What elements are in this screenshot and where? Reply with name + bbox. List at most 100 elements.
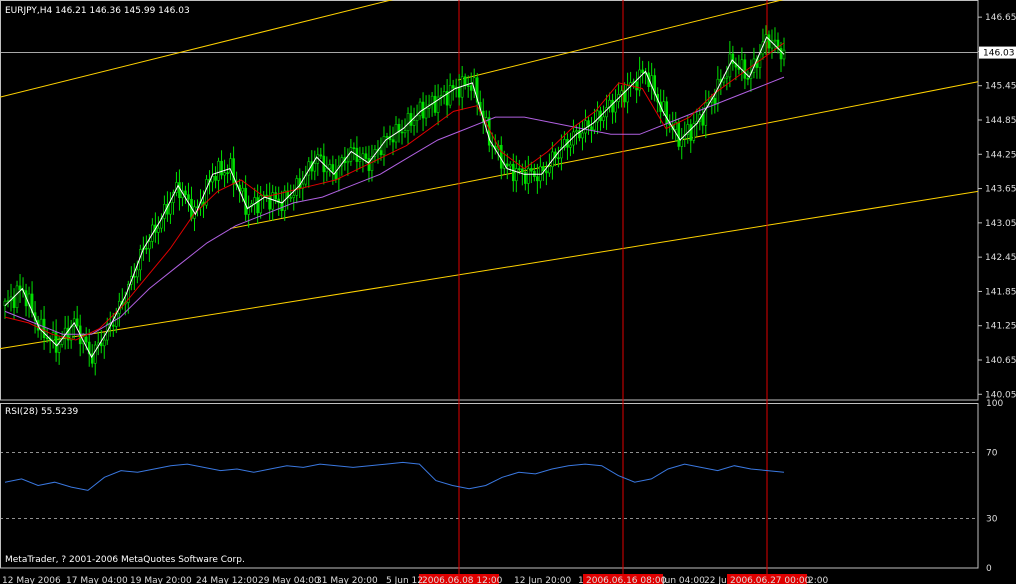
x-tick-label: 22 Ju xyxy=(704,576,727,584)
candle-body xyxy=(379,150,383,156)
candle-body xyxy=(611,99,614,113)
candle-body xyxy=(545,170,548,174)
candle-body xyxy=(740,59,744,70)
candle-body xyxy=(99,342,103,347)
x-tick-label: 31 May 20:00 xyxy=(316,576,378,584)
candle-body xyxy=(530,168,533,172)
x-tick-label: 2:00 xyxy=(808,576,828,584)
candle-body xyxy=(145,247,148,250)
candle-body xyxy=(75,318,79,327)
x-tick-label: 5 Jun 12 xyxy=(386,576,423,584)
candle-body xyxy=(57,344,61,353)
candle-body xyxy=(400,131,404,134)
candle-body xyxy=(292,195,296,198)
candle-body xyxy=(677,122,681,147)
candle-body xyxy=(635,81,638,91)
copyright-text: MetaTrader, ? 2001-2006 MetaQuotes Softw… xyxy=(5,555,245,565)
candle-body xyxy=(406,113,410,132)
candle-body xyxy=(313,162,317,172)
candle-body xyxy=(111,324,115,327)
candle-body xyxy=(665,101,668,124)
candle-body xyxy=(433,95,437,113)
x-tick-label: 19 May 20:00 xyxy=(130,576,192,584)
candle-body xyxy=(638,69,641,91)
rsi-y-tick-label: 70 xyxy=(986,449,998,459)
candle-body xyxy=(280,202,284,211)
candle-body xyxy=(746,78,750,80)
candle-body xyxy=(689,124,693,141)
candle-body xyxy=(527,168,530,184)
y-tick-label: 142.45 xyxy=(985,253,1016,263)
candle-body xyxy=(187,194,190,200)
x-tick-label: 29 May 04:00 xyxy=(258,576,320,584)
x-tick-label: 12 Jun 20:00 xyxy=(514,576,571,584)
candle-body xyxy=(12,296,16,308)
y-tick-label: 143.05 xyxy=(985,219,1016,229)
y-tick-label: 140.65 xyxy=(985,356,1016,366)
x-tick-label: 24 May 12:00 xyxy=(196,576,258,584)
candle-body xyxy=(536,176,539,182)
candle-body xyxy=(463,76,467,86)
candle-body xyxy=(581,132,584,139)
candle-body xyxy=(469,85,473,91)
candle-body xyxy=(102,339,106,347)
candle-body xyxy=(184,190,187,195)
candle-body xyxy=(713,97,717,105)
candle-body xyxy=(512,163,515,182)
x-tick-label: Jun 04:00 xyxy=(661,576,705,584)
vertical-marker-label: 2006.06.27 00:00 xyxy=(730,576,811,584)
candle-body xyxy=(214,176,217,181)
candle-body xyxy=(680,138,684,147)
candle-body xyxy=(217,160,220,181)
metatrader-chart[interactable]: 2006.06.08 12:00 2006.06.16 08:00 2006.06.… xyxy=(0,0,1016,584)
candle-body xyxy=(268,195,271,210)
candle-body xyxy=(539,166,542,182)
candle-body xyxy=(725,76,729,79)
y-tick-label: 141.85 xyxy=(985,287,1016,297)
candle-body xyxy=(331,164,335,173)
candle-body xyxy=(767,34,771,49)
candle-body xyxy=(319,154,323,157)
candle-body xyxy=(403,130,407,134)
candle-body xyxy=(508,163,512,167)
candle-body xyxy=(412,120,416,126)
candle-body xyxy=(93,344,97,364)
y-tick-label: 144.85 xyxy=(985,116,1016,126)
candle-body xyxy=(557,157,560,160)
rsi-y-tick-label: 0 xyxy=(986,564,992,574)
candle-body xyxy=(448,85,452,106)
candle-body xyxy=(133,276,136,278)
candle-body xyxy=(15,285,19,308)
y-tick-label: 145.45 xyxy=(985,82,1016,92)
candle-body xyxy=(259,195,262,214)
candle-body xyxy=(457,86,461,98)
candle-body xyxy=(451,85,455,89)
candle-body xyxy=(590,126,593,131)
candle-body xyxy=(223,172,226,176)
candle-body xyxy=(346,161,350,164)
y-tick-label: 141.25 xyxy=(985,322,1016,332)
candle-body xyxy=(391,139,395,143)
candle-body xyxy=(328,164,332,169)
candle-body xyxy=(743,59,747,79)
candle-body xyxy=(518,168,521,170)
candle-body xyxy=(548,166,551,174)
rsi-y-tick-label: 30 xyxy=(986,515,998,525)
candle-body xyxy=(244,187,247,215)
x-tick-label: 17 May 04:00 xyxy=(66,576,128,584)
vertical-marker-label: 2006.06.08 12:00 xyxy=(422,576,503,584)
candle-body xyxy=(602,116,605,121)
candle-body xyxy=(521,168,524,173)
candle-body xyxy=(614,101,617,113)
candle-body xyxy=(51,332,55,341)
candle-body xyxy=(178,182,181,199)
rsi-y-tick-label: 100 xyxy=(986,399,1003,409)
main-chart-title: EURJPY,H4 146.21 146.36 145.99 146.03 xyxy=(5,6,190,16)
candle-body xyxy=(773,39,777,42)
candle-body xyxy=(418,101,422,117)
rsi-title: RSI(28) 55.5239 xyxy=(5,407,78,417)
candle-body xyxy=(584,120,587,134)
candle-body xyxy=(352,147,356,149)
candle-body xyxy=(42,318,46,338)
candle-body xyxy=(515,168,518,182)
